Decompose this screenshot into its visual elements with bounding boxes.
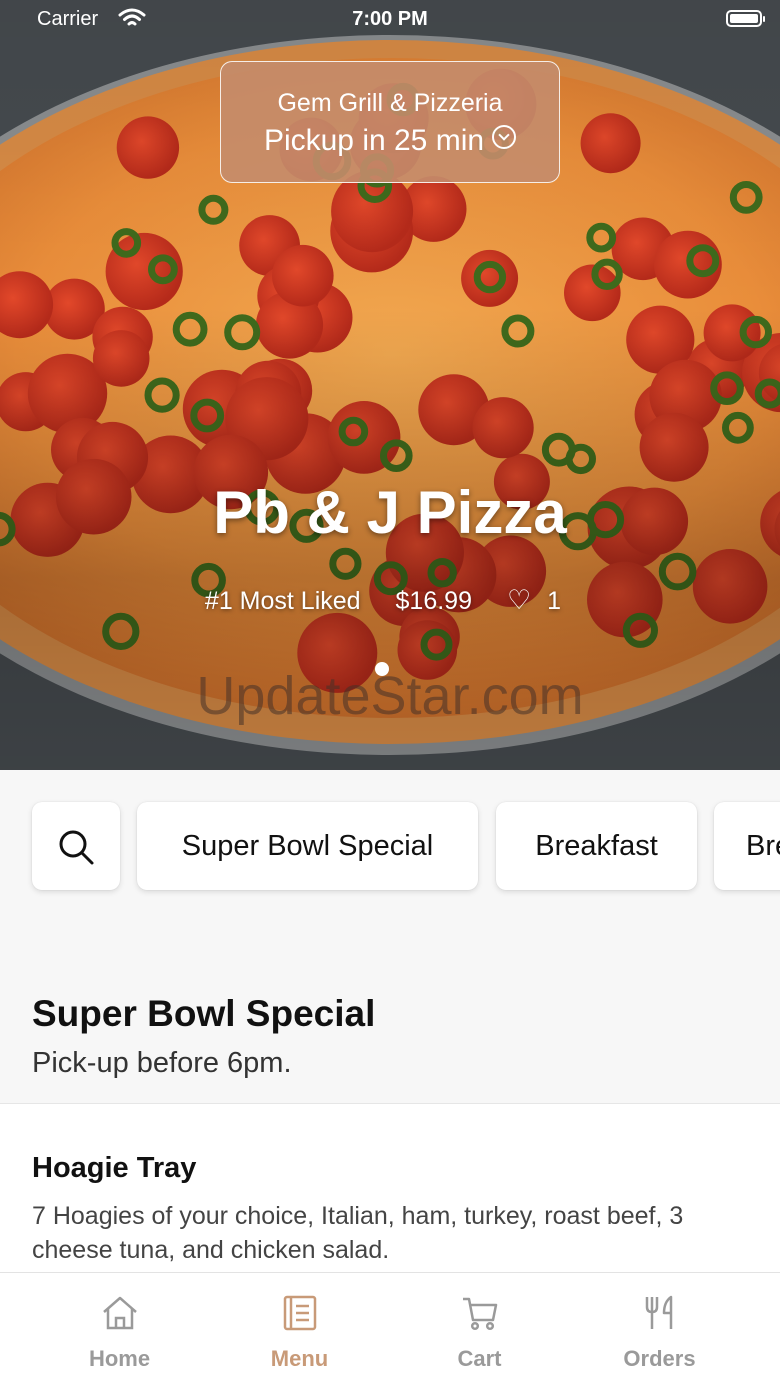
category-chip-breakfast-2[interactable]: Breakfast (714, 802, 780, 890)
tab-orders-label: Orders (562, 1346, 757, 1372)
home-icon (100, 1293, 140, 1333)
watermark: UpdateStar.com (0, 665, 780, 727)
clock: 7:00 PM (0, 8, 780, 31)
tab-menu-label: Menu (202, 1346, 397, 1372)
cart-icon (460, 1293, 500, 1333)
pickup-selector-button[interactable]: Gem Grill & Pizzeria Pickup in 25 min (220, 61, 560, 183)
featured-hero[interactable]: Carrier 7:00 PM Gem Grill & Pizzeria Pic… (0, 0, 780, 770)
pickup-time-label: Pickup in 25 min (221, 124, 559, 158)
status-bar: Carrier 7:00 PM (0, 0, 780, 40)
tab-menu[interactable]: Menu (202, 1273, 397, 1388)
tab-home-label: Home (22, 1346, 217, 1372)
featured-item-title: Pb & J Pizza (0, 478, 780, 547)
section-subtitle: Pick-up before 6pm. (32, 1047, 375, 1080)
tab-cart[interactable]: Cart (382, 1273, 577, 1388)
featured-item-meta: #1 Most Liked $16.99 ♡1 (0, 585, 780, 616)
featured-likes[interactable]: ♡1 (507, 587, 575, 615)
category-chip-breakfast[interactable]: Breakfast (496, 802, 697, 890)
bottom-tab-bar: Home Menu Cart Orders (0, 1272, 780, 1388)
menu-book-icon (280, 1293, 320, 1333)
fork-knife-icon (640, 1293, 680, 1333)
tab-cart-label: Cart (382, 1346, 577, 1372)
category-chip-super-bowl-special[interactable]: Super Bowl Special (137, 802, 478, 890)
featured-likes-count: 1 (547, 587, 561, 615)
menu-item-name: Hoagie Tray (32, 1152, 752, 1185)
category-chips-bar[interactable]: Super Bowl Special Breakfast Breakfast (0, 770, 780, 920)
menu-item-description: 7 Hoagies of your choice, Italian, ham, … (32, 1199, 752, 1267)
tab-home[interactable]: Home (22, 1273, 217, 1388)
featured-price: $16.99 (396, 587, 472, 615)
heart-outline-icon: ♡ (507, 585, 531, 615)
category-search-button[interactable] (32, 802, 120, 890)
chevron-down-circle-icon (492, 125, 516, 149)
battery-icon (726, 10, 762, 27)
menu-item-card[interactable]: Hoagie Tray 7 Hoagies of your choice, It… (32, 1152, 752, 1267)
restaurant-name: Gem Grill & Pizzeria (221, 89, 559, 118)
menu-section-header: Super Bowl Special Pick-up before 6pm. (32, 993, 375, 1080)
tab-orders[interactable]: Orders (562, 1273, 757, 1388)
search-icon (57, 828, 95, 866)
section-title: Super Bowl Special (32, 993, 375, 1035)
featured-rank-label: #1 Most Liked (205, 587, 361, 615)
pickup-time-text: Pickup in 25 min (264, 124, 484, 157)
